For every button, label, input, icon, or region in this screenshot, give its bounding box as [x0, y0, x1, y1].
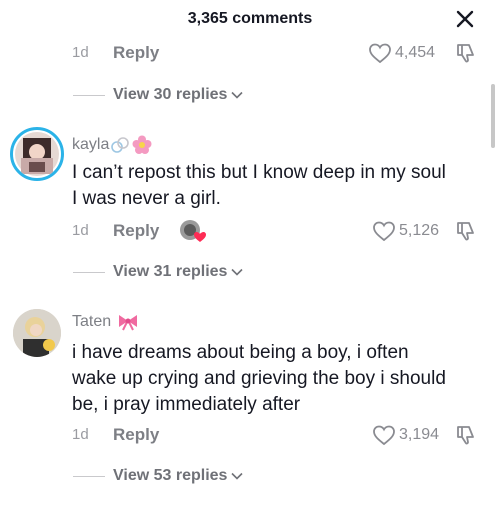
rings-icon	[111, 137, 130, 153]
avatar[interactable]	[13, 309, 61, 357]
dislike-icon[interactable]	[454, 219, 478, 243]
comment-text: I can’t repost this but I know deep in m…	[72, 160, 492, 212]
like-count: 5,126	[399, 222, 440, 239]
view-replies-button[interactable]: View 30 replies	[113, 86, 244, 104]
view-replies-label: View 30 replies	[113, 86, 228, 103]
comments-count-title: 3,365 comments	[187, 10, 313, 27]
flower-icon	[132, 135, 152, 154]
scrollbar[interactable]	[491, 84, 495, 148]
heart-icon[interactable]	[372, 424, 396, 446]
comment-line: I was never a girl.	[72, 188, 221, 209]
like-count: 3,194	[399, 426, 440, 443]
reply-button[interactable]: Reply	[113, 43, 159, 63]
reply-button[interactable]: Reply	[113, 221, 159, 241]
chevron-down-icon	[231, 91, 244, 99]
divider-line	[73, 95, 105, 96]
heart-icon[interactable]	[372, 220, 396, 242]
like-count: 4,454	[395, 44, 436, 61]
comment-username[interactable]: Taten	[72, 313, 140, 331]
avatar-image	[13, 309, 61, 357]
heart-icon[interactable]	[368, 42, 392, 64]
creator-liked-icon	[180, 220, 206, 242]
view-replies-label: View 31 replies	[113, 263, 228, 280]
username-label: kayla	[72, 136, 110, 153]
bow-icon	[119, 315, 138, 331]
chevron-down-icon	[231, 472, 244, 480]
reply-button[interactable]: Reply	[113, 425, 159, 445]
comment-text: i have dreams about being a boy, i often…	[72, 340, 492, 418]
comment-username[interactable]: kayla	[72, 135, 152, 155]
comment-time: 1d	[72, 222, 89, 239]
comment-line: I can’t repost this but I know deep in m…	[72, 162, 446, 183]
view-replies-label: View 53 replies	[113, 467, 228, 484]
divider-line	[73, 476, 105, 477]
view-replies-button[interactable]: View 53 replies	[113, 467, 244, 485]
view-replies-button[interactable]: View 31 replies	[113, 263, 244, 281]
avatar[interactable]	[10, 127, 64, 181]
divider-line	[73, 272, 105, 273]
chevron-down-icon	[231, 268, 244, 276]
dislike-icon[interactable]	[454, 41, 478, 65]
comment-line: i have dreams about being a boy, i often	[72, 342, 409, 363]
username-label: Taten	[72, 313, 112, 330]
close-icon[interactable]	[452, 6, 478, 32]
comment-time: 1d	[72, 44, 89, 61]
avatar-image	[15, 132, 59, 176]
dislike-icon[interactable]	[454, 423, 478, 447]
comment-line: be, i pray immediately after	[72, 394, 301, 415]
comment-line: wake up crying and grieving the boy i sh…	[72, 368, 446, 389]
comment-time: 1d	[72, 426, 89, 443]
